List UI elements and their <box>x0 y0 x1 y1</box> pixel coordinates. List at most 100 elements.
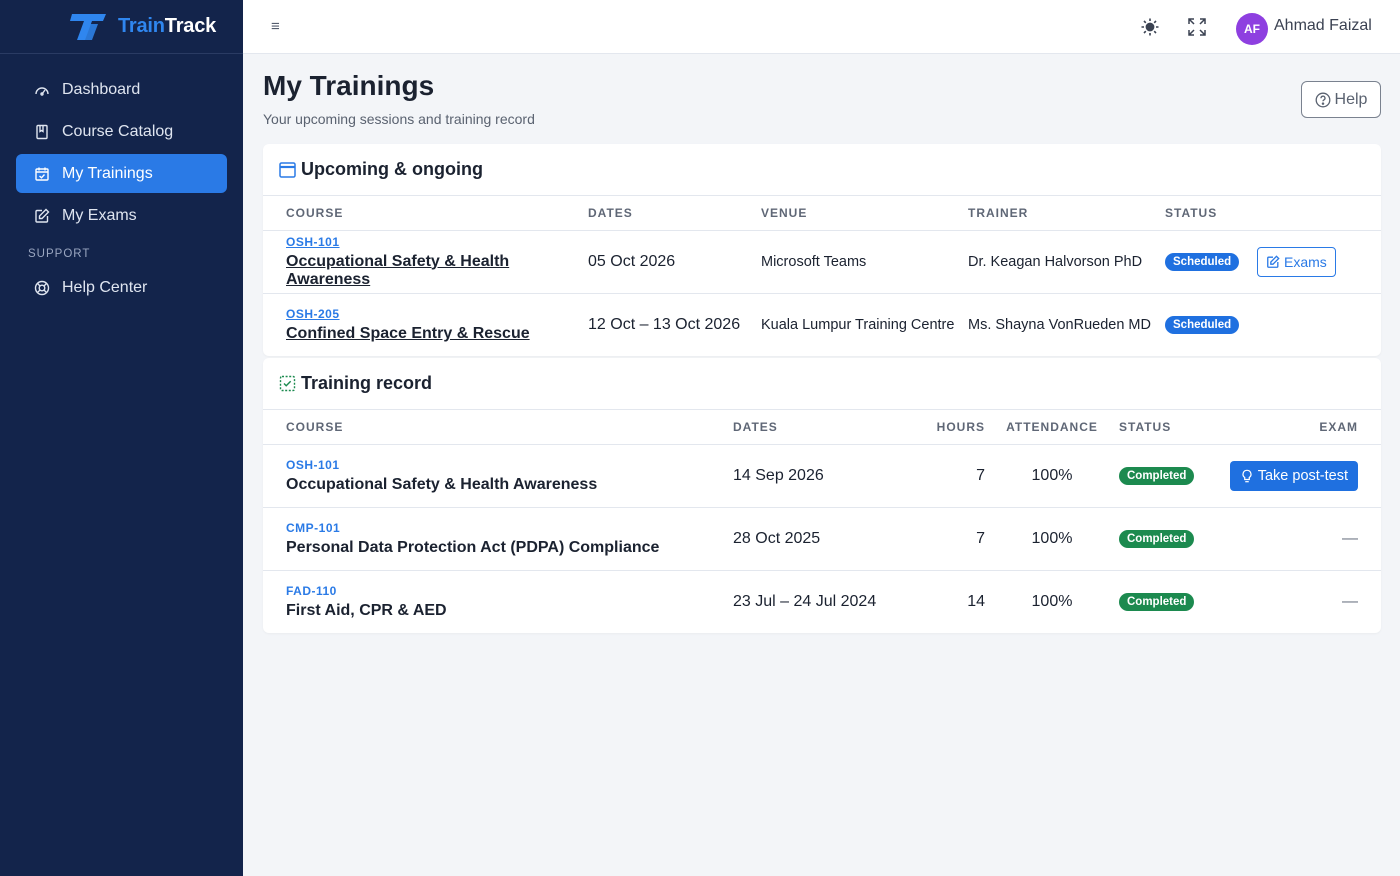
course-cell: OSH-101 Occupational Safety & Health Awa… <box>263 444 733 508</box>
action-cell <box>1257 293 1381 356</box>
page-title: My Trainings <box>263 70 435 101</box>
course-name-link[interactable]: Occupational Safety & Health Awareness <box>286 253 588 289</box>
gauge-icon <box>35 86 49 96</box>
traintrack-logo-icon <box>70 13 106 40</box>
status-cell: Scheduled <box>1165 230 1257 294</box>
table-row: OSH-101 Occupational Safety & Health Awa… <box>263 230 1381 294</box>
main-content: My Trainings Your upcoming sessions and … <box>243 54 1400 876</box>
menu-toggle-icon[interactable]: ≡ <box>271 17 285 37</box>
venue-cell: Kuala Lumpur Training Centre <box>761 316 955 333</box>
table-row: OSH-205 Confined Space Entry & Rescue 12… <box>263 293 1381 356</box>
brand-name: TrainTrack <box>118 15 217 37</box>
col-dates: DATES <box>588 196 761 231</box>
exams-button[interactable]: Exams <box>1257 246 1336 277</box>
course-name-link[interactable]: Confined Space Entry & Rescue <box>286 325 588 343</box>
attendance-cell: 100% <box>985 444 1119 508</box>
dates-cell: 23 Jul – 24 Jul 2024 <box>733 592 877 610</box>
lifebuoy-icon <box>34 280 50 295</box>
attendance-cell: 100% <box>1031 592 1073 610</box>
edit-icon <box>1267 254 1280 268</box>
exam-cell: — <box>1224 507 1381 571</box>
dates-cell: 14 Sep 2026 <box>733 444 903 508</box>
sidebar-item-help-center[interactable]: Help Center <box>16 268 227 307</box>
record-title: Training record <box>301 373 433 393</box>
course-code: FAD-110 <box>286 583 337 598</box>
course-cell: CMP-101 Personal Data Protection Act (PD… <box>263 507 733 571</box>
status-cell: Completed <box>1119 444 1224 508</box>
col-exam: EXAM <box>1224 410 1381 445</box>
course-name: Occupational Safety & Health Awareness <box>286 475 598 493</box>
status-badge: Scheduled <box>1165 253 1240 271</box>
table-row: FAD-110 First Aid, CPR & AED 23 Jul – 24… <box>263 570 1381 633</box>
sidebar-item-label: Course Catalog <box>62 122 174 140</box>
col-status: STATUS <box>1119 410 1224 445</box>
venue-cell: Microsoft Teams <box>761 230 968 294</box>
course-code-link[interactable]: OSH-101 <box>286 235 588 249</box>
edit-icon <box>35 208 50 223</box>
take-post-test-button[interactable]: Take post-test <box>1229 460 1358 491</box>
training-record-card: Training record COURSE DATES HOURS ATTEN… <box>263 358 1381 633</box>
sidebar-section-support: SUPPORT <box>28 248 91 260</box>
sidebar-item-dashboard[interactable]: Dashboard <box>16 70 227 109</box>
lightbulb-icon <box>1242 469 1252 482</box>
action-cell: Exams <box>1257 230 1381 294</box>
col-hours: HOURS <box>903 410 985 445</box>
sidebar: TrainTrack Dashboard Course Catalog My T… <box>0 0 243 876</box>
hours-cell: 7 <box>903 444 985 508</box>
hours-cell: 14 <box>967 592 985 610</box>
course-code-link[interactable]: OSH-205 <box>286 307 588 321</box>
brand[interactable]: TrainTrack <box>0 0 243 54</box>
user-name[interactable]: Ahmad Faizal <box>1274 17 1372 35</box>
course-code: OSH-101 <box>286 457 340 472</box>
fullscreen-icon[interactable] <box>1186 16 1208 38</box>
exam-cell: Take post-test <box>1224 444 1381 508</box>
sidebar-nav: Dashboard Course Catalog My Trainings My… <box>0 54 243 307</box>
col-attendance: ATTENDANCE <box>985 410 1119 445</box>
col-course: COURSE <box>263 196 588 231</box>
col-venue: VENUE <box>761 196 968 231</box>
sidebar-item-label: Help Center <box>62 278 148 296</box>
hours-cell: 7 <box>903 507 985 571</box>
upcoming-header: Upcoming & ongoing <box>263 144 1381 196</box>
dates-cell: 05 Oct 2026 <box>588 230 761 294</box>
status-badge: Completed <box>1119 530 1195 548</box>
status-badge: Completed <box>1119 467 1195 485</box>
course-name: Personal Data Protection Act (PDPA) Comp… <box>286 538 660 556</box>
col-action <box>1257 196 1381 231</box>
col-course: COURSE <box>263 410 733 445</box>
dates-cell: 12 Oct – 13 Oct 2026 <box>588 315 741 333</box>
course-cell: FAD-110 First Aid, CPR & AED <box>263 570 733 633</box>
upcoming-table: COURSE DATES VENUE TRAINER STATUS OSH-10… <box>263 196 1381 356</box>
status-badge: Completed <box>1119 593 1195 612</box>
course-cell: OSH-101 Occupational Safety & Health Awa… <box>263 230 588 294</box>
sidebar-item-my-trainings[interactable]: My Trainings <box>16 154 227 193</box>
sidebar-item-my-exams[interactable]: My Exams <box>16 196 227 235</box>
help-button[interactable]: Help <box>1301 81 1381 118</box>
user-avatar[interactable]: AF <box>1236 13 1268 45</box>
course-name: First Aid, CPR & AED <box>286 601 447 619</box>
table-row: OSH-101 Occupational Safety & Health Awa… <box>263 444 1381 508</box>
sidebar-item-label: My Exams <box>62 206 137 224</box>
col-trainer: TRAINER <box>968 196 1165 231</box>
question-circle-icon <box>1315 92 1330 107</box>
exam-cell: — <box>1342 592 1358 610</box>
help-button-label: Help <box>1334 90 1368 108</box>
upcoming-title: Upcoming & ongoing <box>301 159 483 179</box>
course-cell: OSH-205 Confined Space Entry & Rescue <box>263 293 588 356</box>
sidebar-item-course-catalog[interactable]: Course Catalog <box>16 112 227 151</box>
attendance-cell: 100% <box>985 507 1119 571</box>
table-header-row: COURSE DATES VENUE TRAINER STATUS <box>263 196 1381 231</box>
page-subtitle: Your upcoming sessions and training reco… <box>263 111 535 127</box>
sidebar-item-label: Dashboard <box>62 80 141 98</box>
col-dates: DATES <box>733 410 903 445</box>
status-cell: Scheduled <box>1165 293 1257 356</box>
status-cell: Completed <box>1119 507 1224 571</box>
table-row: CMP-101 Personal Data Protection Act (PD… <box>263 507 1381 571</box>
topbar: ≡ AF Ahmad Faizal <box>243 0 1400 54</box>
trainer-cell: Ms. Shayna VonRueden MD <box>968 316 1151 333</box>
book-icon <box>36 124 48 139</box>
table-header-row: COURSE DATES HOURS ATTENDANCE STATUS EXA… <box>263 410 1381 445</box>
theme-toggle-sun-icon[interactable] <box>1139 16 1161 38</box>
record-header: Training record <box>263 358 1381 410</box>
exams-button-label: Exams <box>1284 253 1327 270</box>
